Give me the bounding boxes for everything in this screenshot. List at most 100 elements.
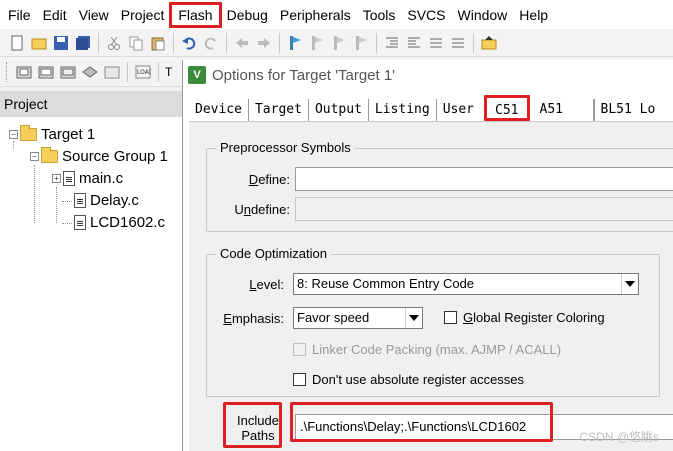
indent-icon[interactable] — [384, 35, 400, 51]
download-load-icon[interactable]: LOAD — [135, 64, 154, 80]
navigate-forward-icon[interactable] — [256, 35, 272, 51]
tree-item-target[interactable]: − Target 1 — [9, 125, 96, 143]
tab-bl51[interactable]: BL51 Lo — [593, 99, 662, 121]
toolbar-separator — [98, 32, 99, 53]
tree-connector — [34, 165, 35, 223]
menu-window[interactable]: Window — [452, 3, 514, 27]
linker-code-packing-checkbox: Linker Code Packing (max. AJMP / ACALL) — [293, 342, 561, 357]
level-select-value: 8: Reuse Common Entry Code — [297, 276, 475, 291]
navigate-back-icon[interactable] — [234, 35, 250, 51]
target-label: Target 1 — [41, 126, 96, 143]
target-select-label[interactable]: T — [165, 65, 172, 79]
collapse-icon[interactable]: − — [9, 130, 18, 139]
undefine-label: Undefine: — [234, 202, 290, 217]
linker-code-packing-label: Linker Code Packing (max. AJMP / ACALL) — [312, 342, 562, 357]
collapse-icon[interactable]: − — [30, 152, 39, 161]
menu-svcs[interactable]: SVCS — [401, 3, 451, 27]
absolute-register-checkbox[interactable]: Don't use absolute register accesses — [293, 372, 524, 387]
undo-icon[interactable] — [181, 35, 197, 51]
open-folder-icon[interactable] — [481, 35, 497, 51]
bookmark-clear-icon[interactable] — [353, 35, 369, 51]
tab-output[interactable]: Output — [309, 99, 369, 121]
checkbox-box[interactable] — [444, 311, 457, 324]
checkbox-box — [293, 343, 306, 356]
new-file-icon[interactable] — [9, 35, 25, 51]
batch-build-icon[interactable] — [82, 64, 98, 80]
menu-edit[interactable]: Edit — [37, 3, 73, 27]
build-icon[interactable] — [38, 64, 54, 80]
tree-item-source-group[interactable]: − Source Group 1 — [30, 147, 168, 165]
c-file-icon — [74, 215, 86, 230]
tree-item-file[interactable]: + main.c — [52, 170, 123, 187]
checkbox-box[interactable] — [293, 373, 306, 386]
save-icon[interactable] — [53, 35, 69, 51]
dialog-title: Options for Target 'Target 1' — [212, 66, 396, 84]
toolbar-separator — [376, 32, 377, 53]
undefine-field — [295, 197, 673, 221]
project-pane-header: Project — [0, 91, 182, 117]
annotation-highlight-include-label — [223, 402, 282, 448]
global-register-coloring-checkbox[interactable]: Global Register Coloring — [444, 310, 605, 325]
tree-connector — [62, 201, 72, 202]
toolbar-separator — [473, 32, 474, 53]
tab-device[interactable]: Device — [189, 99, 249, 121]
tab-listing[interactable]: Listing — [369, 99, 437, 121]
dialog-title-bar[interactable]: V Options for Target 'Target 1' — [183, 60, 673, 90]
file-label: main.c — [79, 170, 124, 187]
keil-app-icon: V — [188, 66, 206, 84]
menu-peripherals[interactable]: Peripherals — [274, 3, 357, 27]
tree-item-file[interactable]: LCD1602.c — [74, 214, 165, 231]
cut-icon[interactable] — [106, 35, 122, 51]
svg-text:LOAD: LOAD — [137, 69, 151, 76]
translate-icon[interactable] — [16, 64, 32, 80]
bookmark-prev-icon[interactable] — [309, 35, 325, 51]
rebuild-icon[interactable] — [60, 64, 76, 80]
tree-item-file[interactable]: Delay.c — [74, 192, 139, 209]
emphasis-select[interactable]: Favor speed — [293, 307, 423, 329]
save-all-icon[interactable] — [75, 35, 91, 51]
source-group-label: Source Group 1 — [62, 148, 168, 165]
open-folder-icon[interactable] — [31, 35, 47, 51]
menu-file[interactable]: File — [2, 3, 37, 27]
bookmark-icon[interactable] — [287, 35, 303, 51]
paste-icon[interactable] — [150, 35, 166, 51]
chevron-down-icon[interactable] — [621, 274, 638, 294]
watermark: CSDN @悠眺s — [579, 430, 659, 444]
menu-debug[interactable]: Debug — [221, 3, 274, 27]
code-optimization-group-title: Code Optimization — [216, 246, 331, 261]
menu-flash[interactable]: Flash — [169, 1, 222, 28]
uncomment-icon[interactable] — [450, 35, 466, 51]
tree-connector — [56, 187, 57, 223]
redo-icon[interactable] — [203, 35, 219, 51]
define-field[interactable] — [295, 167, 673, 191]
tab-user[interactable]: User — [437, 99, 480, 121]
unindent-icon[interactable] — [406, 35, 422, 51]
bookmark-next-icon[interactable] — [331, 35, 347, 51]
folder-icon — [41, 147, 58, 163]
preprocessor-group-title: Preprocessor Symbols — [216, 140, 355, 155]
define-label: Define: — [248, 172, 290, 187]
stop-build-icon[interactable] — [104, 64, 120, 80]
level-select[interactable]: 8: Reuse Common Entry Code — [293, 273, 639, 295]
tab-target[interactable]: Target — [249, 99, 309, 121]
code-optimization-group: Code Optimization Level: 8: Reuse Common… — [206, 246, 660, 397]
menu-view[interactable]: View — [73, 3, 115, 27]
chevron-down-icon[interactable] — [405, 308, 422, 328]
menu-tools[interactable]: Tools — [357, 3, 402, 27]
tree-connector — [62, 223, 72, 224]
emphasis-select-value: Favor speed — [297, 310, 370, 325]
toolbar-grip[interactable] — [6, 61, 9, 82]
emphasis-label: Emphasis: — [223, 311, 284, 326]
copy-icon[interactable] — [128, 35, 144, 51]
comment-icon[interactable] — [428, 35, 444, 51]
c-file-icon — [63, 171, 75, 186]
file-label: Delay.c — [90, 192, 139, 209]
expand-icon[interactable]: + — [52, 174, 61, 183]
menu-bar: File Edit View Project Flash Debug Perip… — [0, 0, 673, 29]
menu-help[interactable]: Help — [513, 3, 554, 27]
tab-a51[interactable]: A51 — [534, 99, 594, 121]
preprocessor-group: Preprocessor Symbols Define: Undefine: — [206, 140, 673, 232]
project-tree: − Target 1 − Source Group 1 + main.c Del… — [0, 117, 182, 451]
tab-c51[interactable]: C51 — [484, 95, 530, 121]
menu-project[interactable]: Project — [115, 3, 171, 27]
